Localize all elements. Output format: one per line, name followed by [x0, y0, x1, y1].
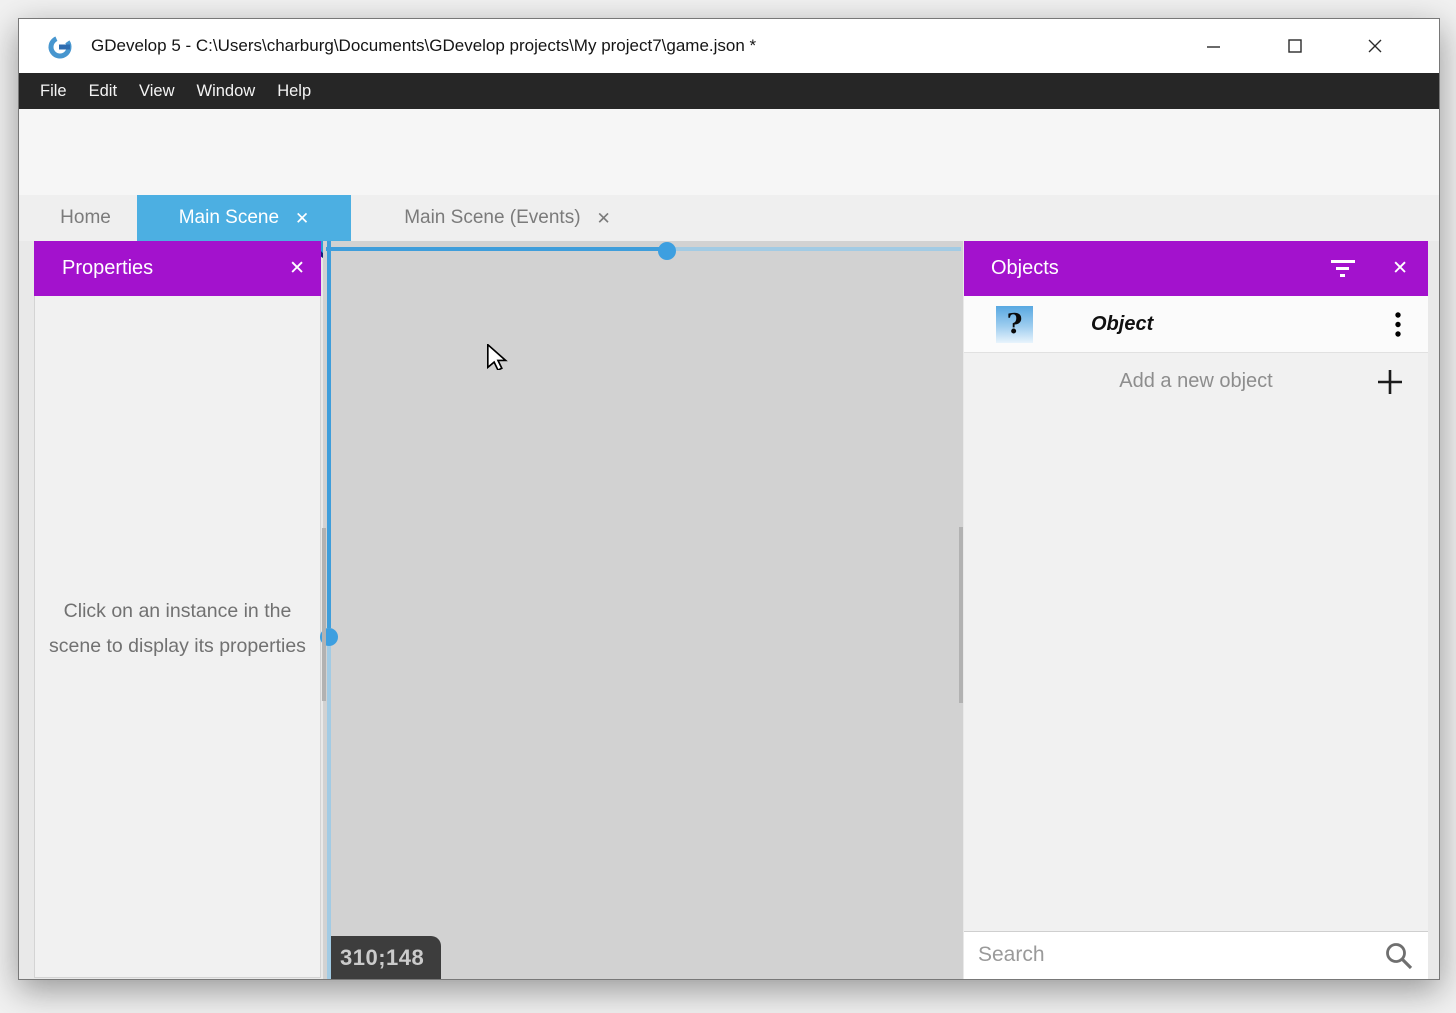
menu-help[interactable]: Help: [266, 73, 322, 109]
gdevelop-logo-icon: [45, 31, 75, 61]
object-name: Object: [1091, 296, 1153, 353]
tab-main-scene[interactable]: Main Scene ✕: [137, 195, 351, 241]
object-menu-kebab-icon[interactable]: [1394, 311, 1402, 339]
menu-bar: File Edit View Window Help: [19, 73, 1439, 109]
title-bar: GDevelop 5 - C:\Users\charburg\Documents…: [19, 19, 1439, 73]
objects-panel-header: Objects ✕: [964, 241, 1428, 296]
window-close-button[interactable]: [1339, 19, 1411, 73]
horizontal-scrollbar-track-left: [326, 247, 659, 251]
gdevelop-window: GDevelop 5 - C:\Users\charburg\Documents…: [18, 18, 1440, 980]
tab-main-scene-events[interactable]: Main Scene (Events) ✕: [351, 195, 664, 241]
search-icon: [1384, 941, 1414, 971]
window-minimize-button[interactable]: [1177, 19, 1249, 73]
objects-panel-title: Objects: [991, 257, 1059, 280]
tab-label: Main Scene: [179, 207, 279, 229]
tab-label: Main Scene (Events): [404, 207, 580, 229]
tab-close-icon[interactable]: ✕: [295, 210, 309, 227]
horizontal-scrollbar-track-right: [675, 247, 961, 251]
toolbar: PREVIEW PUBLISH: [19, 109, 1439, 195]
vertical-scrollbar-track-top: [327, 241, 331, 628]
cursor-coordinates-badge: 310;148: [331, 936, 441, 979]
tab-home[interactable]: Home: [34, 195, 137, 241]
mouse-cursor: [486, 344, 510, 370]
panel-scrollbar-thumb[interactable]: [322, 528, 326, 701]
minimize-icon: [1207, 40, 1220, 53]
object-thumbnail-question-icon: ?: [996, 306, 1033, 343]
vertical-scrollbar-track-bottom: [327, 646, 331, 979]
plus-icon: [1376, 368, 1404, 396]
objects-panel-body: [964, 410, 1428, 931]
add-new-object-label: Add a new object: [964, 353, 1428, 410]
properties-panel-body: Click on an instance in the scene to dis…: [34, 296, 321, 978]
window-maximize-button[interactable]: [1259, 19, 1331, 73]
horizontal-scrollbar-handle[interactable]: [658, 242, 676, 260]
properties-empty-message: Click on an instance in the scene to dis…: [35, 594, 320, 664]
properties-close-icon[interactable]: ✕: [289, 241, 305, 296]
menu-view[interactable]: View: [128, 73, 185, 109]
maximize-icon: [1288, 39, 1302, 53]
objects-close-icon[interactable]: ✕: [1392, 241, 1408, 296]
menu-edit[interactable]: Edit: [78, 73, 128, 109]
object-list-item[interactable]: ? Object: [964, 296, 1428, 353]
objects-search-bar: [964, 931, 1428, 979]
properties-panel-title: Properties: [62, 257, 153, 280]
tab-label: Home: [60, 207, 111, 229]
close-icon: [1368, 39, 1382, 53]
editor-tab-bar: Home Main Scene ✕ Main Scene (Events) ✕: [19, 195, 1439, 241]
properties-panel-header: Properties ✕: [34, 241, 321, 296]
add-new-object-button[interactable]: Add a new object: [964, 353, 1428, 410]
objects-search-input[interactable]: [964, 932, 1368, 978]
menu-file[interactable]: File: [29, 73, 78, 109]
window-title: GDevelop 5 - C:\Users\charburg\Documents…: [91, 19, 756, 73]
scene-canvas[interactable]: [323, 241, 963, 979]
canvas-scrollbar-thumb[interactable]: [959, 527, 963, 703]
filter-icon[interactable]: [1330, 258, 1356, 280]
menu-window[interactable]: Window: [186, 73, 267, 109]
screenshot-root: { "window": { "title": "GDevelop 5 - C:\…: [0, 0, 1456, 1013]
tab-close-icon[interactable]: ✕: [597, 210, 611, 227]
